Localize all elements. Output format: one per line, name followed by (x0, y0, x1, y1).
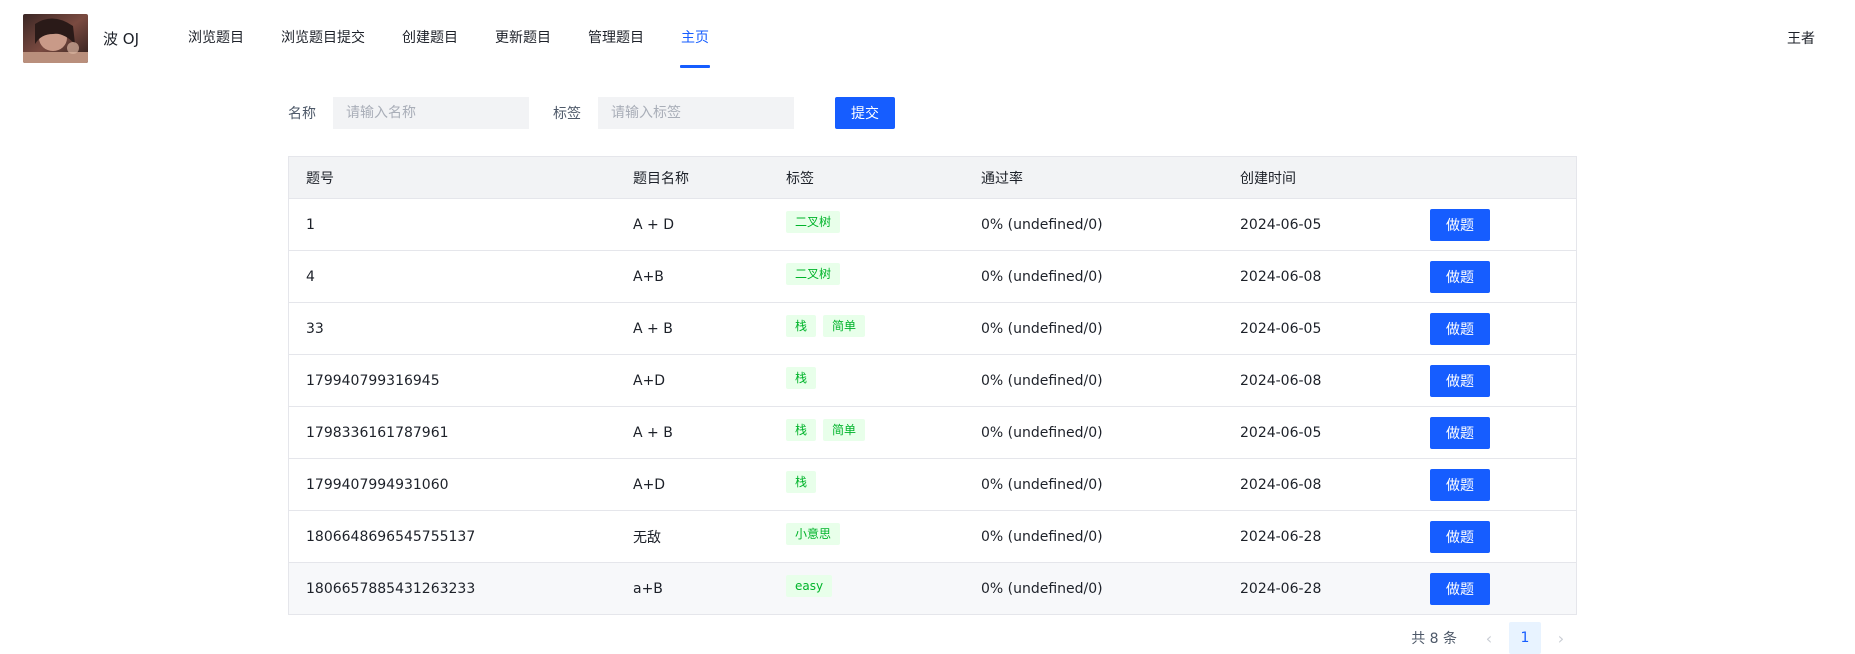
table-row: 1798336161787961 A + B 栈简单 0% (undefined… (289, 407, 1576, 459)
tag-badge: 简单 (823, 314, 866, 337)
created-date: 2024-06-05 (1240, 424, 1322, 441)
table-row: 1806657885431263233 a+B easy 0% (undefin… (289, 563, 1576, 614)
do-question-button[interactable]: 做题 (1430, 208, 1490, 241)
nav-create-question[interactable]: 创建题目 (402, 0, 458, 68)
created-date: 2024-06-28 (1240, 580, 1322, 597)
question-tags: 栈简单 (769, 418, 964, 444)
column-header-pass-rate: 通过率 (981, 170, 1023, 187)
do-question-button[interactable]: 做题 (1430, 572, 1490, 605)
table-row: 4 A+B 二叉树 0% (undefined/0) 2024-06-08 做题 (289, 251, 1576, 303)
question-title: A+D (633, 372, 666, 389)
created-date: 2024-06-08 (1240, 372, 1322, 389)
pass-rate: 0% (undefined/0) (981, 580, 1103, 597)
tag-badge: 小意思 (786, 522, 841, 545)
main-nav: 浏览题目 浏览题目提交 创建题目 更新题目 管理题目 主页 (188, 0, 746, 68)
chevron-right-icon[interactable]: › (1545, 629, 1577, 648)
pagination: 共 8 条 ‹ 1 › (1411, 622, 1577, 654)
name-input[interactable] (333, 97, 529, 129)
question-id: 1806648696545755137 (306, 528, 476, 545)
pass-rate: 0% (undefined/0) (981, 268, 1103, 285)
submit-button[interactable]: 提交 (835, 97, 895, 129)
do-question-button[interactable]: 做题 (1430, 260, 1490, 293)
question-tags: 栈简单 (769, 314, 964, 340)
brand-title[interactable]: 波 OJ (103, 28, 139, 49)
question-tags: 小意思 (769, 522, 964, 548)
do-question-button[interactable]: 做题 (1430, 312, 1490, 345)
page-button-current[interactable]: 1 (1509, 622, 1541, 654)
nav-manage-questions[interactable]: 管理题目 (588, 0, 644, 68)
question-tags: 二叉树 (769, 262, 964, 288)
question-title: A + D (633, 216, 674, 233)
tag-label: 标签 (553, 106, 581, 122)
pass-rate: 0% (undefined/0) (981, 528, 1103, 545)
logo-image (23, 14, 88, 63)
question-tags: 栈 (769, 366, 964, 392)
do-question-button[interactable]: 做题 (1430, 468, 1490, 501)
nav-browse-questions[interactable]: 浏览题目 (188, 0, 244, 68)
pass-rate: 0% (undefined/0) (981, 424, 1103, 441)
tag-badge: 栈 (786, 366, 817, 389)
question-tags: easy (769, 574, 964, 600)
do-question-button[interactable]: 做题 (1430, 416, 1490, 449)
column-header-tags: 标签 (786, 170, 814, 187)
created-date: 2024-06-08 (1240, 268, 1322, 285)
name-label: 名称 (288, 106, 316, 122)
tag-badge: 栈 (786, 418, 817, 441)
question-title: A + B (633, 424, 673, 441)
chevron-left-icon[interactable]: ‹ (1473, 629, 1505, 648)
table-row: 1799407994931060 A+D 栈 0% (undefined/0) … (289, 459, 1576, 511)
question-title: a+B (633, 580, 663, 597)
search-form: 名称 标签 提交 (288, 97, 895, 129)
tag-badge: easy (786, 574, 833, 597)
question-tags: 栈 (769, 470, 964, 496)
column-header-created: 创建时间 (1240, 170, 1296, 187)
top-navbar: 波 OJ 浏览题目 浏览题目提交 创建题目 更新题目 管理题目 主页 王者 (0, 0, 1855, 78)
do-question-button[interactable]: 做题 (1430, 364, 1490, 397)
question-id: 1799407994931060 (306, 476, 449, 493)
tag-badge: 二叉树 (786, 262, 841, 285)
pass-rate: 0% (undefined/0) (981, 216, 1103, 233)
created-date: 2024-06-05 (1240, 320, 1322, 337)
pass-rate: 0% (undefined/0) (981, 476, 1103, 493)
created-date: 2024-06-08 (1240, 476, 1322, 493)
tag-badge: 二叉树 (786, 210, 841, 233)
nav-browse-submissions[interactable]: 浏览题目提交 (281, 0, 365, 68)
tag-badge: 栈 (786, 314, 817, 337)
question-title: A + B (633, 320, 673, 337)
tag-badge: 简单 (823, 418, 866, 441)
created-date: 2024-06-28 (1240, 528, 1322, 545)
table-row: 1 A + D 二叉树 0% (undefined/0) 2024-06-05 … (289, 199, 1576, 251)
question-id: 1798336161787961 (306, 424, 449, 441)
nav-home[interactable]: 主页 (680, 0, 710, 68)
table-header: 题号 题目名称 标签 通过率 创建时间 (289, 157, 1576, 199)
table-row: 1806648696545755137 无敌 小意思 0% (undefined… (289, 511, 1576, 563)
column-header-title: 题目名称 (633, 170, 689, 187)
user-name[interactable]: 王者 (1787, 28, 1815, 48)
pass-rate: 0% (undefined/0) (981, 320, 1103, 337)
question-id: 4 (306, 268, 315, 285)
pass-rate: 0% (undefined/0) (981, 372, 1103, 389)
table-row: 33 A + B 栈简单 0% (undefined/0) 2024-06-05… (289, 303, 1576, 355)
question-tags: 二叉树 (769, 210, 964, 236)
column-header-id: 题号 (306, 170, 334, 187)
do-question-button[interactable]: 做题 (1430, 520, 1490, 553)
table-row: 179940799316945 A+D 栈 0% (undefined/0) 2… (289, 355, 1576, 407)
nav-update-question[interactable]: 更新题目 (495, 0, 551, 68)
question-title: 无敌 (633, 529, 661, 546)
tag-input[interactable] (598, 97, 794, 129)
question-id: 1 (306, 216, 315, 233)
question-id: 1806657885431263233 (306, 580, 476, 597)
question-title: A+B (633, 268, 664, 285)
questions-table: 题号 题目名称 标签 通过率 创建时间 1 A + D 二叉树 0% (unde… (288, 156, 1577, 615)
question-id: 33 (306, 320, 324, 337)
question-id: 179940799316945 (306, 372, 440, 389)
tag-badge: 栈 (786, 470, 817, 493)
question-title: A+D (633, 476, 666, 493)
pagination-total: 共 8 条 (1411, 631, 1457, 647)
created-date: 2024-06-05 (1240, 216, 1322, 233)
